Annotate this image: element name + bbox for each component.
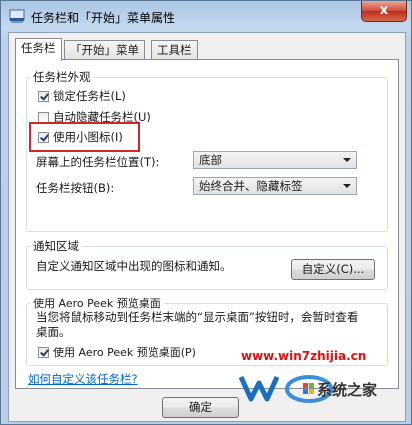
aero-peek-checkbox-label: 使用 Aero Peek 预览桌面(P) bbox=[53, 346, 196, 359]
auto-hide-checkbox[interactable] bbox=[38, 111, 49, 123]
aero-peek-title: 使用 Aero Peek 预览桌面 bbox=[30, 295, 164, 311]
tab-taskbar[interactable]: 任务栏 bbox=[15, 38, 62, 61]
dialog-client: 任务栏 「开始」菜单 工具栏 任务栏外观 锁定任务栏(L) 自动隐藏任务栏(U)… bbox=[8, 32, 406, 422]
lock-taskbar-checkbox[interactable] bbox=[38, 90, 49, 102]
window-title: 任务栏和「开始」菜单属性 bbox=[31, 11, 176, 25]
taskbar-app-icon bbox=[9, 9, 25, 23]
taskbar-buttons-label: 任务栏按钮(B): bbox=[36, 181, 115, 195]
taskbar-location-label: 屏幕上的任务栏位置(T): bbox=[36, 155, 160, 169]
taskbar-buttons-value: 始终合并、隐藏标签 bbox=[199, 179, 303, 193]
help-link[interactable]: 如何自定义该任务栏? bbox=[28, 371, 138, 387]
taskbar-location-value: 底部 bbox=[199, 153, 222, 167]
small-icons-checkbox[interactable] bbox=[38, 131, 49, 143]
aero-peek-option[interactable]: 使用 Aero Peek 预览桌面(P) bbox=[38, 344, 196, 360]
aero-peek-checkbox[interactable] bbox=[38, 346, 49, 358]
taskbar-appearance-title: 任务栏外观 bbox=[30, 69, 94, 85]
title-bar[interactable]: 任务栏和「开始」菜单属性 x bbox=[1, 1, 411, 31]
dialog-window: 任务栏和「开始」菜单属性 x 任务栏 「开始」菜单 工具栏 任务栏外观 锁定任务… bbox=[0, 0, 412, 425]
chevron-down-icon bbox=[343, 158, 351, 162]
tab-start-menu[interactable]: 「开始」菜单 bbox=[64, 40, 145, 60]
customize-notifications-button[interactable]: 自定义(C)... bbox=[291, 259, 375, 280]
taskbar-tab-panel: 任务栏外观 锁定任务栏(L) 自动隐藏任务栏(U) 使用小图标(I) 屏幕上的任… bbox=[15, 59, 399, 389]
watermark-logo-text: 系统之家 bbox=[317, 381, 378, 399]
close-icon: x bbox=[379, 3, 389, 18]
watermark-url: www.win7zhijia.cn bbox=[241, 349, 367, 363]
notification-area-description: 自定义通知区域中出现的图标和通知。 bbox=[36, 259, 232, 273]
lock-taskbar-option[interactable]: 锁定任务栏(L) bbox=[38, 88, 126, 104]
small-icons-option[interactable]: 使用小图标(I) bbox=[38, 129, 123, 145]
taskbar-buttons-select[interactable]: 始终合并、隐藏标签 bbox=[193, 177, 357, 195]
ok-button[interactable]: 确定 bbox=[162, 397, 239, 418]
aero-peek-description: 当您将鼠标移动到任务栏末端的“显示桌面”按钮时，会暂时查看桌面。 bbox=[36, 310, 359, 339]
lock-taskbar-label: 锁定任务栏(L) bbox=[53, 89, 126, 103]
tab-toolbars[interactable]: 工具栏 bbox=[151, 40, 198, 60]
watermark-logo: 系统之家 bbox=[237, 369, 387, 408]
notification-area-title: 通知区域 bbox=[30, 238, 82, 254]
close-button[interactable]: x bbox=[361, 1, 407, 22]
small-icons-label: 使用小图标(I) bbox=[53, 130, 123, 144]
taskbar-location-select[interactable]: 底部 bbox=[193, 151, 357, 169]
chevron-down-icon bbox=[343, 184, 351, 188]
